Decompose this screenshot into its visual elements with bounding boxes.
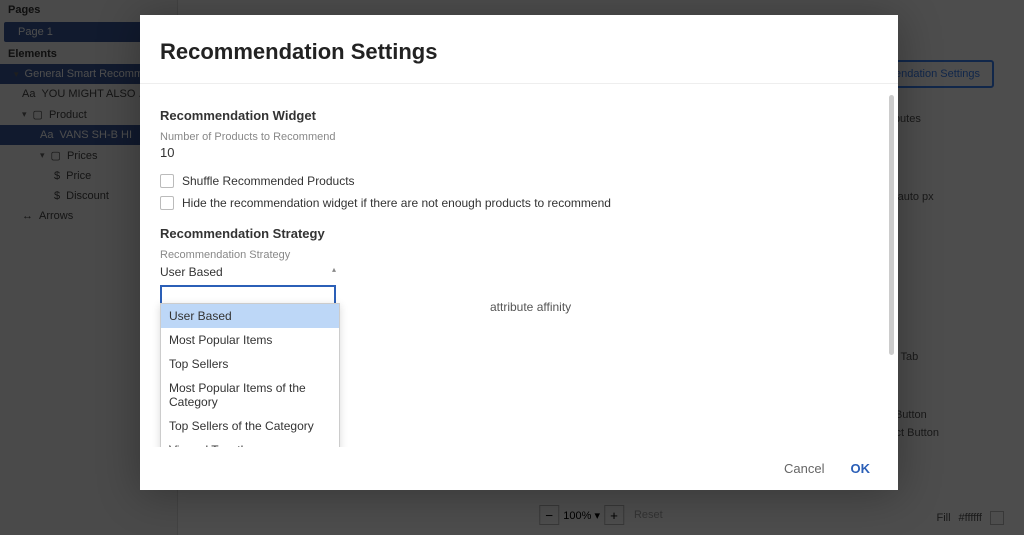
hide-label: Hide the recommendation widget if there … xyxy=(182,196,611,210)
hide-checkbox-row[interactable]: Hide the recommendation widget if there … xyxy=(160,196,878,210)
checkbox-icon[interactable] xyxy=(160,174,174,188)
strategy-option[interactable]: Most Popular Items xyxy=(161,328,339,352)
modal-footer: Cancel OK xyxy=(140,447,898,490)
shuffle-label: Shuffle Recommended Products xyxy=(182,174,355,188)
shuffle-checkbox-row[interactable]: Shuffle Recommended Products xyxy=(160,174,878,188)
strategy-label: Recommendation Strategy xyxy=(160,249,878,261)
num-products-value[interactable]: 10 xyxy=(160,145,878,160)
modal-body: Recommendation Settings Recommendation W… xyxy=(140,15,898,447)
strategy-select[interactable]: User Based ▴ User Based Most Popular Ite… xyxy=(160,263,336,305)
cancel-button[interactable]: Cancel xyxy=(784,461,824,476)
strategy-selected-value: User Based xyxy=(160,265,223,279)
modal-title: Recommendation Settings xyxy=(140,15,898,84)
scrollbar[interactable] xyxy=(889,95,894,355)
section-widget: Recommendation Widget xyxy=(160,108,878,123)
affinity-hint: attribute affinity xyxy=(490,300,571,314)
strategy-option[interactable]: Top Sellers xyxy=(161,352,339,376)
ok-button[interactable]: OK xyxy=(851,461,871,476)
num-products-label: Number of Products to Recommend xyxy=(160,131,878,143)
strategy-option[interactable]: Top Sellers of the Category xyxy=(161,414,339,438)
strategy-option[interactable]: Most Popular Items of the Category xyxy=(161,376,339,414)
chevron-up-icon: ▴ xyxy=(332,265,336,274)
strategy-dropdown: User Based Most Popular Items Top Seller… xyxy=(160,303,340,447)
checkbox-icon[interactable] xyxy=(160,196,174,210)
strategy-option[interactable]: Viewed Together xyxy=(161,438,339,447)
recommendation-settings-modal: Recommendation Settings Recommendation W… xyxy=(140,15,898,490)
strategy-search-input[interactable] xyxy=(160,285,336,305)
strategy-option[interactable]: User Based xyxy=(161,304,339,328)
section-strategy: Recommendation Strategy xyxy=(160,226,878,241)
